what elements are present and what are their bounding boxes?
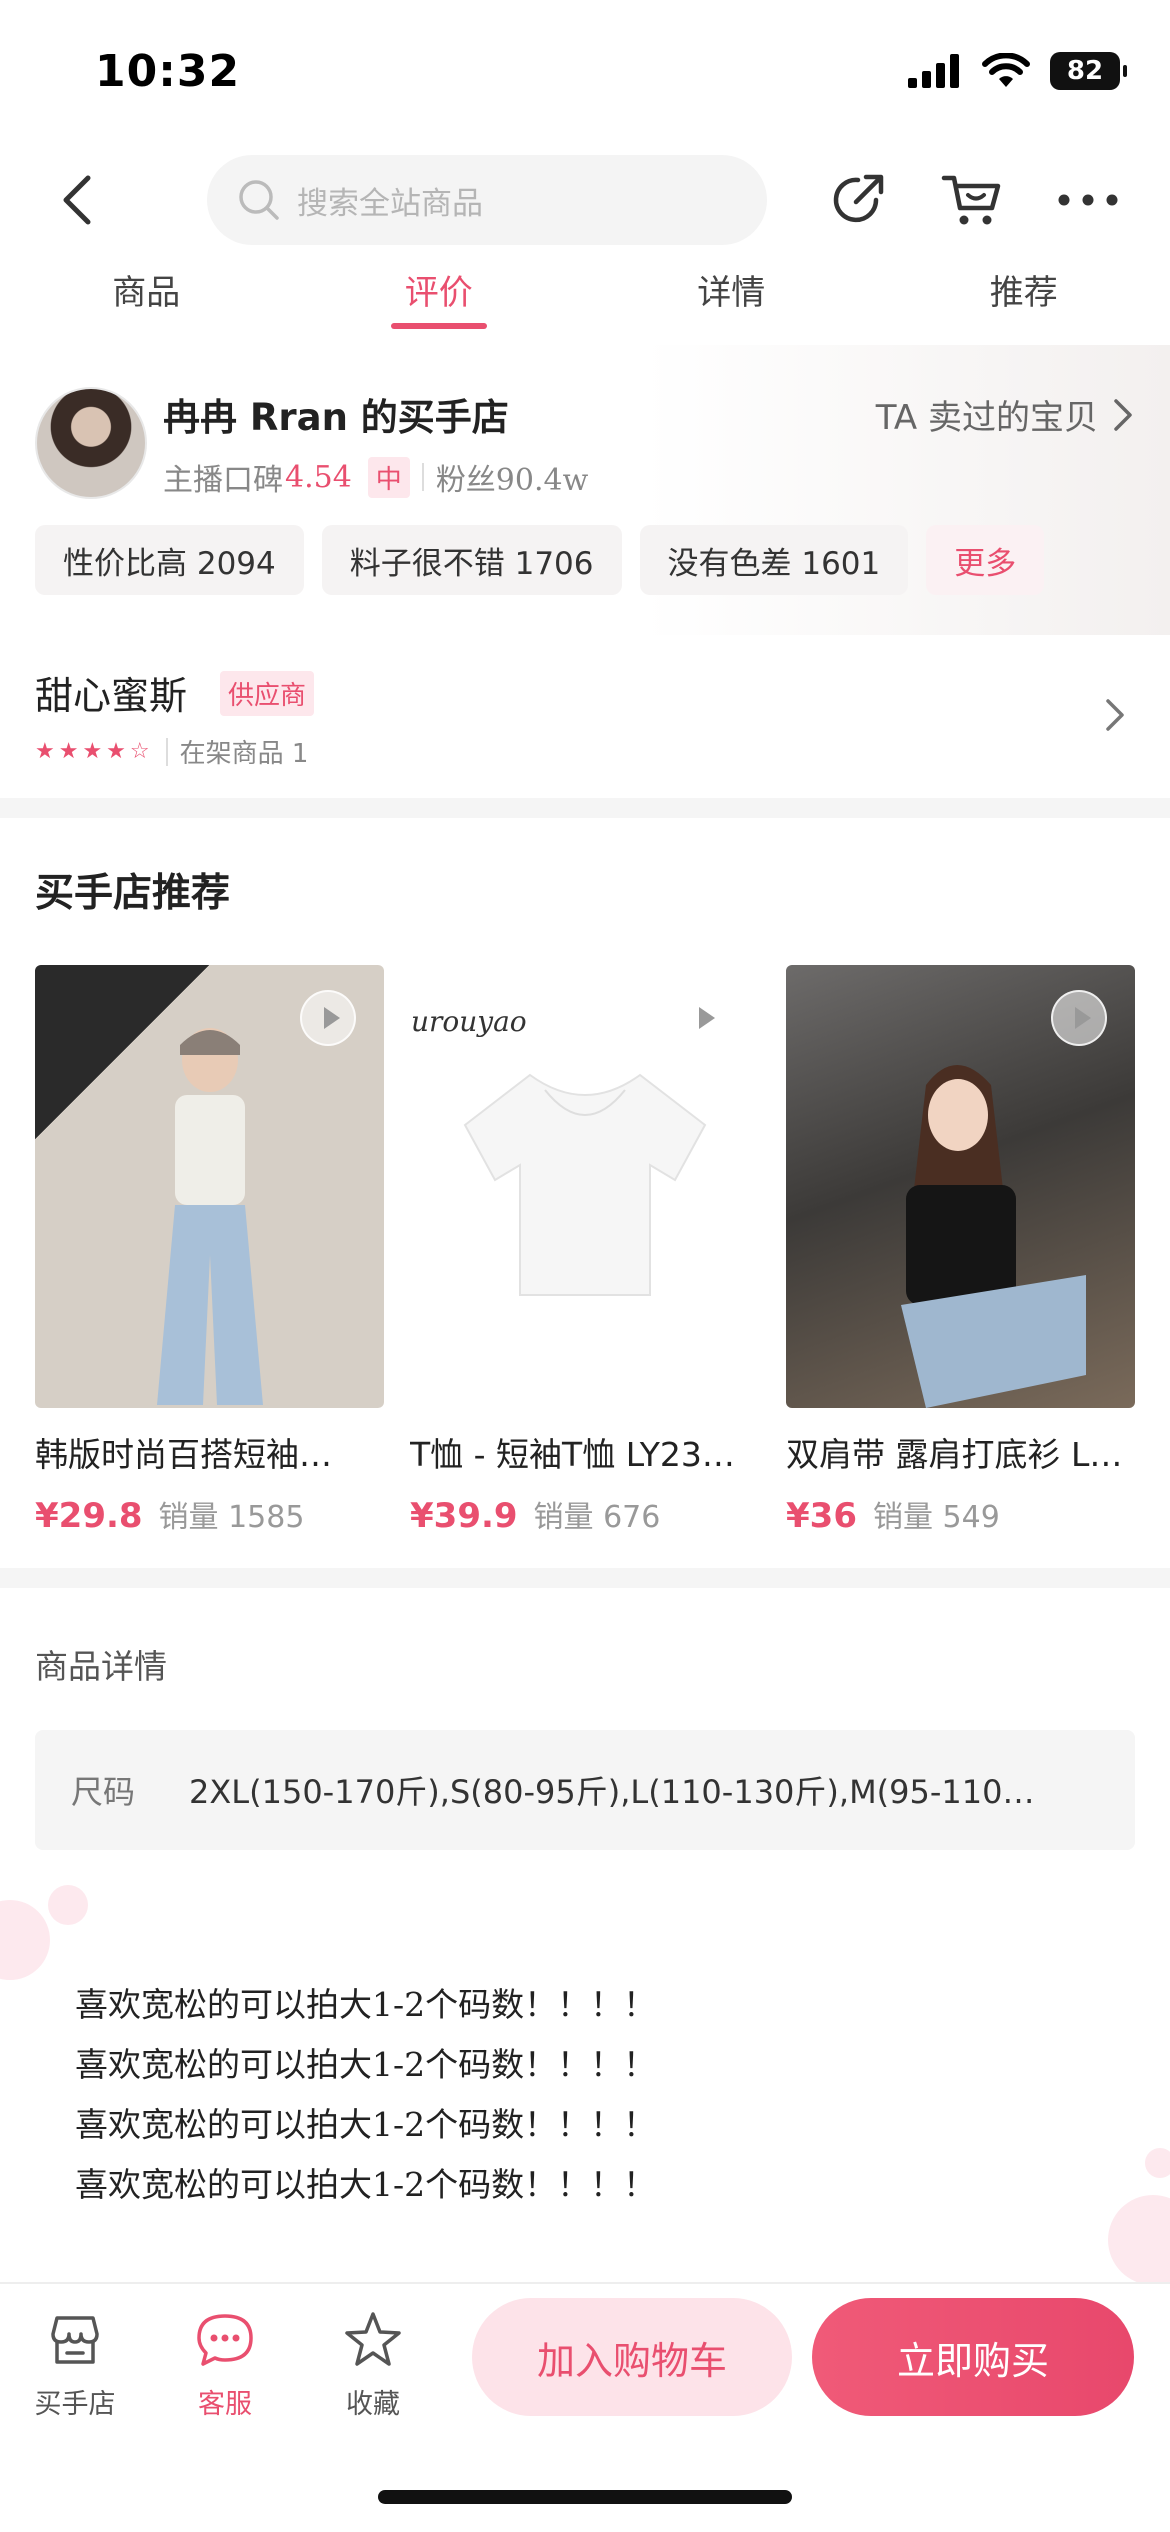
description-line: 喜欢宽松的可以拍大1-2个码数！！！！: [75, 2105, 657, 2144]
signal-icon: [908, 54, 959, 88]
host-rating-value: 4.54: [285, 459, 352, 495]
tab-bar: 商品 评价 详情 推荐: [0, 265, 1170, 335]
shop-label: 买手店: [34, 2389, 116, 2420]
details-title: 商品详情: [35, 1647, 167, 1686]
product-sales: 销量 676: [533, 1500, 661, 1535]
product-name: 韩版时尚百搭短袖…: [35, 1435, 332, 1474]
video-play-icon[interactable]: [675, 990, 731, 1046]
product-price-row: ¥39.9 销量 676: [410, 1492, 759, 1536]
status-icons: 82: [908, 52, 1127, 90]
meta-divider: [421, 463, 424, 491]
supplier-name: 甜心蜜斯: [35, 674, 188, 718]
description-line: 喜欢宽松的可以拍大1-2个码数！！！！: [75, 1985, 657, 2024]
host-rating-label: 主播口碑: [163, 463, 283, 498]
meta-divider: [165, 737, 168, 766]
model-figure: [901, 1065, 1086, 1408]
tab-product[interactable]: 商品: [0, 265, 293, 335]
back-icon[interactable]: [50, 170, 110, 230]
home-indicator: [378, 2490, 792, 2504]
tab-details[interactable]: 详情: [585, 265, 878, 335]
product-image[interactable]: [786, 965, 1135, 1408]
search-placeholder: 搜索全站商品: [297, 185, 483, 222]
recommend-title: 买手店推荐: [35, 871, 231, 916]
nav-bar: 搜索全站商品: [0, 150, 1170, 250]
product-price: ¥39.9: [410, 1496, 518, 1536]
host-link-label: TA 卖过的宝贝: [875, 398, 1098, 438]
product-price-row: ¥29.8 销量 1585: [35, 1492, 384, 1536]
chevron-right-icon: [1106, 699, 1124, 731]
size-spec-row: 尺码 2XL(150-170斤),S(80-95斤),L(110-130斤),M…: [35, 1730, 1135, 1850]
host-shop-card: 冉冉 Rran 的买手店 主播口碑 4.54 中 粉丝90.4w TA 卖过的宝…: [0, 345, 1170, 635]
favorite-label: 收藏: [346, 2389, 400, 2420]
size-value: 2XL(150-170斤),S(80-95斤),L(110-130斤),M(95…: [189, 1773, 1035, 1811]
buy-now-button[interactable]: 立即购买: [812, 2298, 1134, 2416]
video-play-icon[interactable]: [1051, 990, 1107, 1046]
product-card[interactable]: iurouyao T恤 - 短袖T恤 LY23… ¥39.9 销量 676: [410, 965, 759, 1536]
size-label: 尺码: [71, 1773, 136, 1811]
section-divider: [0, 798, 1170, 818]
review-tag[interactable]: 没有色差 1601: [639, 525, 909, 595]
product-price: ¥36: [786, 1496, 857, 1536]
status-bar: 10:32 82: [0, 0, 1170, 145]
shop-icon: [51, 2316, 99, 2364]
product-price-row: ¥36 销量 549: [786, 1492, 1135, 1536]
supplier-sub: ★★★★☆ 在架商品 1: [35, 733, 308, 770]
product-sales: 销量 549: [872, 1500, 1000, 1535]
more-icon[interactable]: [1056, 168, 1120, 232]
supplier-rating-stars: ★★★★☆: [35, 739, 154, 764]
host-sold-items-link[interactable]: TA 卖过的宝贝: [876, 390, 1134, 439]
product-price: ¥29.8: [35, 1496, 143, 1536]
battery-indicator: 82: [1050, 52, 1127, 90]
review-tag[interactable]: 料子很不错 1706: [321, 525, 622, 595]
section-divider: [0, 1568, 1170, 1588]
shop-button[interactable]: 买手店: [20, 2308, 130, 2421]
decoration-dot: [1108, 2195, 1170, 2285]
host-name[interactable]: 冉冉 Rran 的买手店: [163, 387, 509, 441]
host-avatar[interactable]: [35, 387, 147, 499]
description-text: 喜欢宽松的可以拍大1-2个码数！！！！ 喜欢宽松的可以拍大1-2个码数！！！！ …: [75, 1975, 656, 2215]
product-carousel: 韩版时尚百搭短袖… ¥29.8 销量 1585 iurouyao T恤 - 短袖…: [35, 965, 1135, 1545]
video-play-icon[interactable]: [300, 990, 356, 1046]
review-tag[interactable]: 性价比高 2094: [35, 525, 304, 595]
decoration-dot: [48, 1885, 88, 1925]
search-input[interactable]: 搜索全站商品: [207, 155, 767, 245]
model-figure: [157, 1028, 263, 1405]
star-icon: [345, 2312, 401, 2366]
chevron-right-icon: [1114, 398, 1132, 431]
product-card[interactable]: 双肩带 露肩打底衫 L… ¥36 销量 549: [786, 965, 1135, 1536]
review-tag-row: 性价比高 2094 料子很不错 1706 没有色差 1601 更多: [35, 525, 1045, 595]
product-image[interactable]: iurouyao: [410, 965, 759, 1408]
brand-watermark: iurouyao: [410, 1005, 527, 1038]
share-icon[interactable]: [826, 168, 890, 232]
decoration-dot: [1145, 2148, 1170, 2178]
chat-icon: [197, 2314, 253, 2366]
supplier-badge: 供应商: [220, 671, 315, 716]
host-rating-level: 中: [367, 456, 410, 498]
search-icon: [239, 180, 279, 220]
decoration-dot: [0, 1900, 50, 1980]
host-fans: 粉丝90.4w: [435, 463, 589, 498]
wifi-icon: [982, 53, 1030, 87]
more-tags-button[interactable]: 更多: [926, 525, 1045, 595]
tab-recommend[interactable]: 推荐: [878, 265, 1170, 335]
product-image[interactable]: [35, 965, 384, 1408]
tab-review[interactable]: 评价: [293, 265, 586, 335]
description-line: 喜欢宽松的可以拍大1-2个码数！！！！: [75, 2045, 657, 2084]
product-name: T恤 - 短袖T恤 LY23…: [410, 1435, 735, 1474]
service-label: 客服: [198, 2389, 252, 2420]
favorite-button[interactable]: 收藏: [318, 2308, 428, 2421]
product-card[interactable]: 韩版时尚百搭短袖… ¥29.8 销量 1585: [35, 965, 384, 1536]
tshirt-image: [463, 1073, 707, 1296]
cart-icon[interactable]: [940, 168, 1004, 232]
add-to-cart-button[interactable]: 加入购物车: [472, 2298, 792, 2416]
product-sales: 销量 1585: [158, 1500, 305, 1535]
description-line: 喜欢宽松的可以拍大1-2个码数！！！！: [75, 2165, 657, 2204]
supplier-on-shelf: 在架商品 1: [179, 739, 309, 769]
status-time: 10:32: [95, 46, 241, 97]
host-meta: 主播口碑 4.54 中 粉丝90.4w: [163, 455, 588, 499]
supplier-row[interactable]: 甜心蜜斯 供应商 ★★★★☆ 在架商品 1: [0, 645, 1170, 795]
customer-service-button[interactable]: 客服: [170, 2308, 280, 2421]
product-name: 双肩带 露肩打底衫 L…: [786, 1435, 1123, 1474]
